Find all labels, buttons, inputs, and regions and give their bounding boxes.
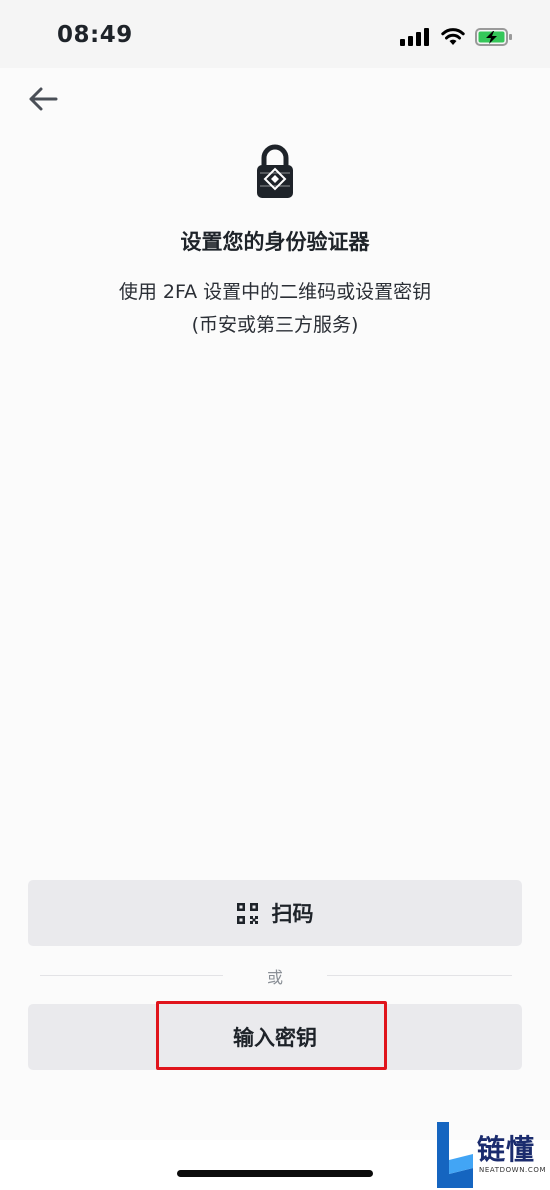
watermark-brand: 链懂 [477,1133,536,1166]
main-content: 设置您的身份验证器 使用 2FA 设置中的二维码或设置密钥 (币安或第三方服务)… [0,68,550,1140]
or-divider-label: 或 [266,968,283,987]
qr-code-icon [236,902,258,924]
back-arrow-icon[interactable] [26,84,60,114]
battery-charging-icon [475,28,512,46]
cellular-signal-icon [400,28,429,46]
status-bar: 08:49 [0,0,550,68]
scan-qr-button[interactable]: 扫码 [28,880,522,946]
scan-button-label: 扫码 [271,902,314,926]
subtitle-line: 使用 2FA 设置中的二维码或设置密钥 [118,281,432,303]
subtitle-line: (币安或第三方服务) [191,314,359,336]
divider-line [327,975,512,976]
home-indicator[interactable] [177,1170,373,1177]
annotation-highlight-box [156,1001,387,1070]
wifi-icon [441,28,465,45]
status-time: 08:49 [57,22,133,48]
watermark-logo-icon [437,1122,473,1188]
watermark-domain: NEATDOWN.COM [479,1166,547,1174]
lock-icon [257,144,293,198]
page-title: 设置您的身份验证器 [180,230,370,254]
